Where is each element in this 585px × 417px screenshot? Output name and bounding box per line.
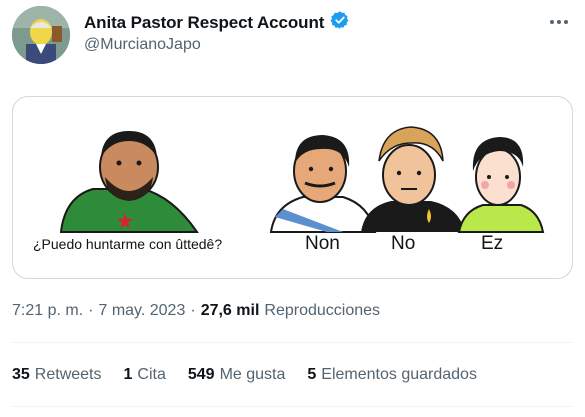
divider bbox=[12, 342, 573, 343]
display-name[interactable]: Anita Pastor Respect Account bbox=[84, 13, 324, 33]
views-count: 27,6 mil bbox=[200, 302, 260, 319]
author-handle[interactable]: @MurcianoJapo bbox=[84, 36, 201, 54]
media-label-2: No bbox=[391, 233, 416, 254]
stat-label: Cita bbox=[137, 366, 166, 383]
verified-badge-icon bbox=[330, 10, 350, 35]
stat-label: Elementos guardados bbox=[321, 366, 477, 383]
divider bbox=[12, 406, 573, 407]
media-label-3: Ez bbox=[481, 233, 504, 254]
tweet-time[interactable]: 7:21 p. m. bbox=[12, 302, 83, 320]
author-name-row: Anita Pastor Respect Account bbox=[84, 10, 350, 35]
tweet-stats: 35 Retweets 1 Cita 549 Me gusta 5 Elemen… bbox=[12, 366, 477, 384]
media-label-1: Non bbox=[305, 233, 340, 254]
views-label: Reproducciones bbox=[264, 302, 381, 319]
stat-count: 549 bbox=[187, 366, 215, 383]
stat-likes[interactable]: 549 Me gusta bbox=[188, 366, 286, 384]
stat-label: Me gusta bbox=[219, 366, 286, 383]
stat-bookmarks[interactable]: 5 Elementos guardados bbox=[307, 366, 477, 384]
stat-label: Retweets bbox=[34, 366, 102, 383]
more-options-icon[interactable] bbox=[547, 10, 571, 34]
tweet-media-card[interactable]: ¿Puedo huntarme con ûttedê? Non No Ez bbox=[12, 96, 573, 279]
media-caption: ¿Puedo huntarme con ûttedê? bbox=[33, 236, 223, 252]
tweet-date[interactable]: 7 may. 2023 bbox=[98, 302, 185, 320]
avatar[interactable] bbox=[12, 6, 70, 64]
meta-separator: · bbox=[190, 302, 196, 319]
stat-count: 35 bbox=[12, 366, 30, 383]
stat-count: 1 bbox=[123, 366, 133, 383]
stat-quotes[interactable]: 1 Cita bbox=[124, 366, 166, 384]
stat-retweets[interactable]: 35 Retweets bbox=[12, 366, 102, 384]
stat-count: 5 bbox=[307, 366, 317, 383]
tweet-meta: 7:21 p. m. · 7 may. 2023 · 27,6 mil Repr… bbox=[12, 302, 380, 320]
meta-separator: · bbox=[88, 302, 94, 319]
